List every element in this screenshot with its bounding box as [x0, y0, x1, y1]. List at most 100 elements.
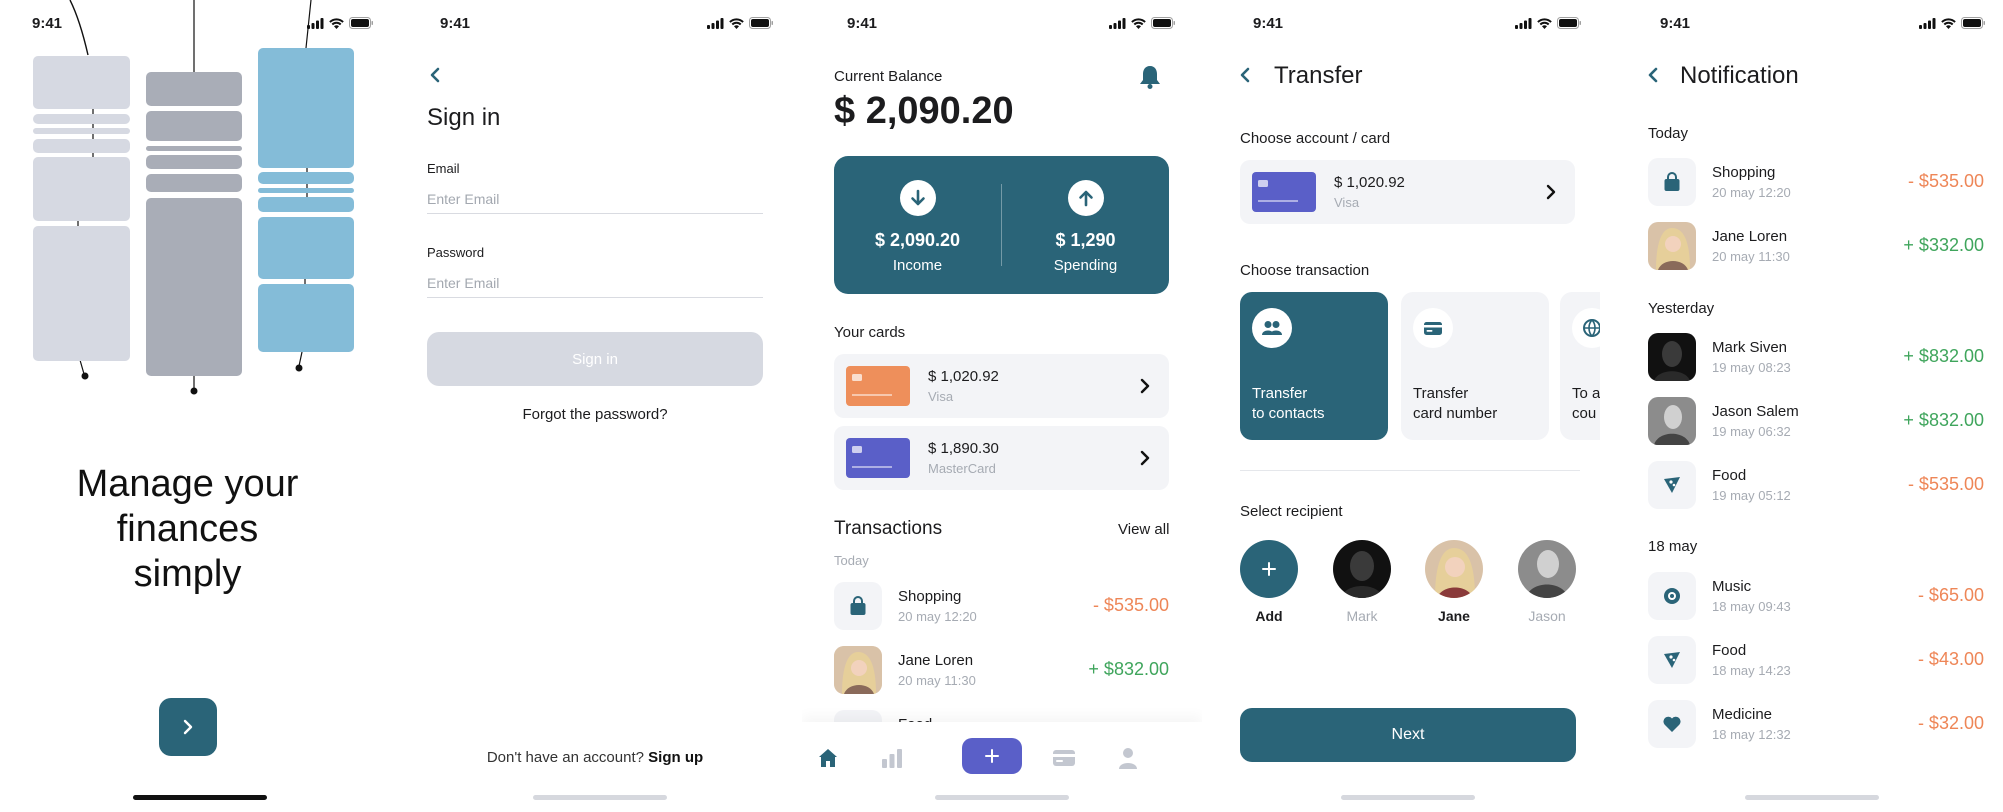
notification-row[interactable]: Food 19 may 05:12 - $535.00 [1648, 461, 1984, 509]
notification-row[interactable]: Music 18 may 09:43 - $65.00 [1648, 572, 1984, 620]
bell-icon [1140, 66, 1160, 89]
transaction-name: Jane Loren [898, 652, 974, 669]
avatar-jane-icon [1425, 540, 1483, 598]
battery-icon [749, 17, 773, 29]
heart-icon [1663, 716, 1681, 732]
recipient-jason[interactable]: Jason [1517, 540, 1577, 624]
signup-link[interactable]: Sign up [648, 749, 703, 766]
avatar-jane-icon [1648, 222, 1696, 270]
next-button[interactable]: Next [1240, 708, 1576, 762]
card-type: Visa [928, 389, 954, 404]
signin-screen: 9:41 Sign in Email Password Sign in Forg… [400, 0, 800, 812]
back-button[interactable] [1642, 64, 1664, 86]
notification-row[interactable]: Medicine 18 may 12:32 - $32.00 [1648, 700, 1984, 748]
option-line-1: Transfer [1413, 385, 1469, 402]
tab-home[interactable] [810, 740, 846, 776]
add-recipient-button[interactable]: Add [1239, 540, 1299, 624]
status-icons [1919, 17, 1986, 29]
tab-add-button[interactable] [962, 738, 1022, 774]
status-icons [1515, 17, 1582, 29]
option-line-2: cou [1572, 405, 1597, 422]
block-2 [33, 114, 130, 124]
password-field[interactable] [427, 268, 763, 298]
block-1 [33, 56, 130, 109]
transactions-title: Transactions [834, 518, 943, 539]
notification-date: 20 may 11:30 [1712, 249, 1790, 264]
notification-row[interactable]: Jason Salem 19 may 06:32 + $832.00 [1648, 397, 1984, 445]
arrow-up-icon [1078, 190, 1093, 207]
spending-amount: $ 1,290 [1055, 230, 1116, 250]
block-3 [33, 128, 130, 134]
avatar-mark-icon [1648, 333, 1696, 381]
notification-row[interactable]: Shopping 20 may 12:20 - $535.00 [1648, 158, 1984, 206]
today-label: Today [834, 553, 869, 568]
income-column: $ 2,090.20 Income [834, 156, 1001, 294]
card-chip-icon [1258, 180, 1298, 202]
back-button[interactable] [424, 64, 446, 86]
view-all-link[interactable]: View all [1118, 521, 1169, 538]
transfer-country-option[interactable]: To a cou [1560, 292, 1600, 440]
signin-button[interactable]: Sign in [427, 332, 763, 386]
notification-date: 19 may 06:32 [1712, 424, 1791, 439]
battery-icon [1557, 17, 1581, 29]
avatar-jason-icon [1518, 540, 1576, 598]
notification-date: 18 may 14:23 [1712, 663, 1791, 678]
battery-icon [1961, 17, 1985, 29]
tab-statistics[interactable] [874, 740, 910, 776]
card-item[interactable]: $ 1,020.92 Visa [834, 354, 1169, 418]
option-line-2: to contacts [1252, 405, 1325, 422]
signal-icon [707, 17, 724, 29]
card-type: MasterCard [928, 461, 996, 476]
transaction-row[interactable]: Shopping 20 may 12:20 - $535.00 [834, 582, 1169, 630]
tab-cards[interactable] [1046, 740, 1082, 776]
notification-row[interactable]: Food 18 may 14:23 - $43.00 [1648, 636, 1984, 684]
notification-date: 19 may 05:12 [1712, 488, 1791, 503]
income-amount: $ 2,090.20 [874, 230, 961, 250]
notification-icon [1648, 636, 1696, 684]
transfer-to-contacts-option[interactable]: Transfer to contacts [1240, 292, 1388, 440]
home-indicator [133, 795, 267, 800]
account-amount: $ 1,020.92 [1334, 174, 1405, 191]
choose-transaction-label: Choose transaction [1240, 262, 1370, 279]
transaction-amount: + $832.00 [1088, 659, 1169, 679]
email-field[interactable] [427, 184, 763, 214]
account-type: Visa [1334, 195, 1360, 210]
chevron-right-icon [1140, 378, 1150, 394]
status-icons [1109, 17, 1176, 29]
block-12 [146, 198, 242, 376]
card-item[interactable]: $ 1,890.30 MasterCard [834, 426, 1169, 490]
forgot-password-link[interactable]: Forgot the password? [400, 406, 790, 423]
chevron-right-icon [183, 719, 193, 735]
notification-amount: - $535.00 [1907, 474, 1984, 494]
block-15 [258, 188, 354, 193]
title-line-3: simply [133, 553, 242, 595]
notification-name: Music [1712, 578, 1752, 595]
recipient-jane[interactable]: Jane [1424, 540, 1484, 624]
notification-row[interactable]: Jane Loren 20 may 11:30 + $332.00 [1648, 222, 1984, 270]
status-bar: 9:41 [1253, 14, 1582, 32]
back-button[interactable] [1234, 64, 1256, 86]
transfer-card-number-option[interactable]: Transfer card number [1401, 292, 1549, 440]
signal-icon [1109, 17, 1126, 29]
wifi-icon [1941, 17, 1956, 29]
shopping-bag-icon [850, 596, 866, 615]
avatar [1518, 540, 1576, 598]
get-started-button[interactable] [159, 698, 217, 756]
tab-profile[interactable] [1110, 740, 1146, 776]
block-9 [146, 146, 242, 151]
signal-icon [1515, 17, 1532, 29]
account-selector[interactable]: $ 1,020.92 Visa [1240, 160, 1575, 224]
avatar [1648, 397, 1696, 445]
transaction-row[interactable]: Jane Loren 20 may 11:30 + $832.00 [834, 646, 1169, 694]
wifi-icon [1131, 17, 1146, 29]
spending-column: $ 1,290 Spending [1002, 156, 1169, 294]
notification-row[interactable]: Mark Siven 19 may 08:23 + $832.00 [1648, 333, 1984, 381]
notification-amount: - $32.00 [1917, 713, 1984, 733]
notification-name: Jason Salem [1712, 403, 1799, 420]
option-line-1: Transfer [1252, 385, 1308, 402]
notification-name: Food [1712, 467, 1747, 484]
recipient-mark[interactable]: Mark [1332, 540, 1392, 624]
option-clip: To a cou [1560, 292, 1600, 440]
notifications-button[interactable] [1138, 64, 1162, 95]
notification-name: Shopping [1712, 164, 1776, 181]
